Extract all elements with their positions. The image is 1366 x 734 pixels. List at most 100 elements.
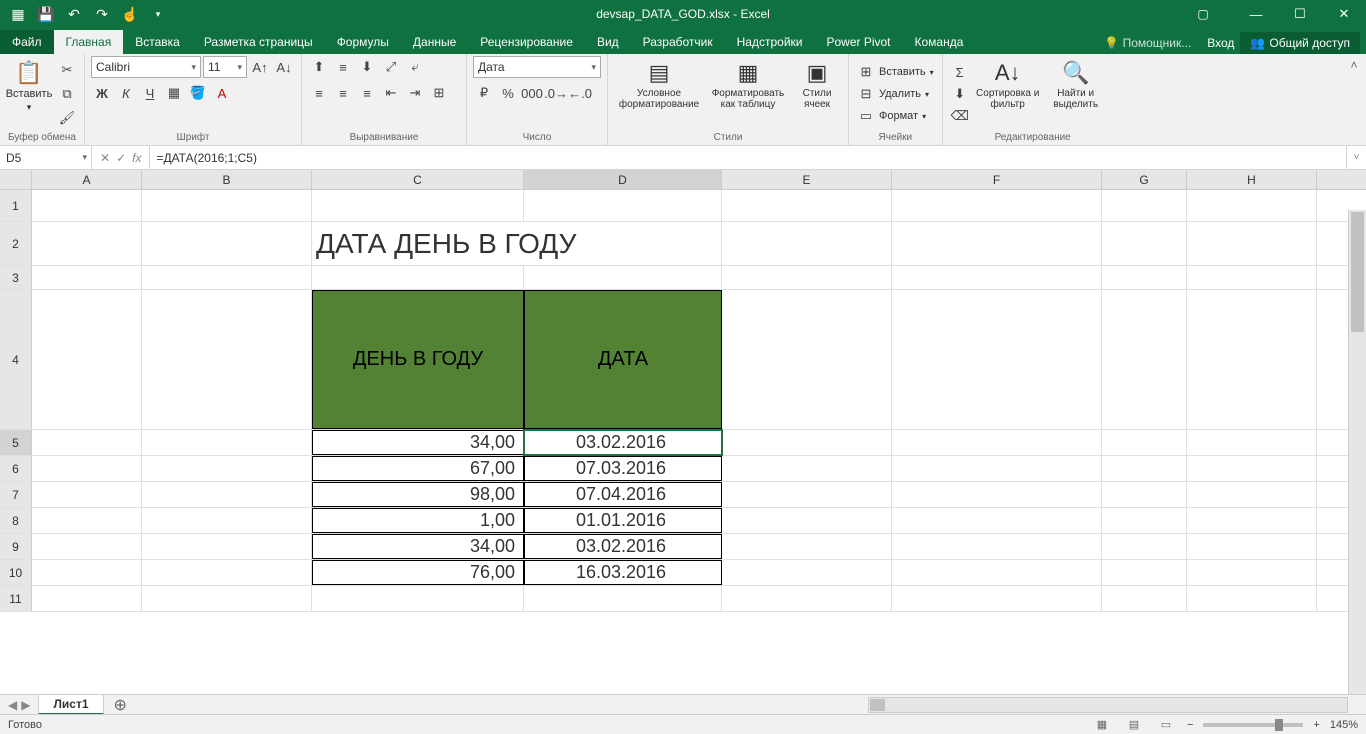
cell-C7[interactable]: 98,00 [312,482,524,507]
tab-data[interactable]: Данные [401,30,468,54]
row-10[interactable]: 10 [0,560,32,585]
col-D[interactable]: D [524,170,722,189]
bold-icon[interactable]: Ж [91,82,113,104]
tab-page-layout[interactable]: Разметка страницы [192,30,325,54]
format-cells-button[interactable]: ▭Формат▾ [855,105,936,127]
vscroll-thumb[interactable] [1351,212,1364,332]
number-format-combo[interactable]: Дата▾ [473,56,601,78]
wrap-text-icon[interactable]: ⤶ [404,56,426,78]
maximize-button[interactable]: ☐ [1278,0,1322,28]
insert-cells-button[interactable]: ⊞Вставить▾ [855,61,936,83]
autosum-icon[interactable]: Σ [949,61,971,83]
row-2[interactable]: 2 [0,222,32,265]
zoom-slider[interactable] [1203,723,1303,727]
merge-icon[interactable]: ⊞ [428,82,450,104]
cell-D9[interactable]: 03.02.2016 [524,534,722,559]
cell-styles-button[interactable]: ▣Стили ячеек [792,56,842,132]
col-E[interactable]: E [722,170,892,189]
col-F[interactable]: F [892,170,1102,189]
increase-font-icon[interactable]: A↑ [249,56,271,78]
share-button[interactable]: 👥 Общий доступ [1240,32,1360,54]
paste-button[interactable]: 📋 Вставить ▾ [6,56,52,132]
redo-icon[interactable]: ↷ [90,2,114,26]
decrease-indent-icon[interactable]: ⇤ [380,82,402,104]
underline-icon[interactable]: Ч [139,82,161,104]
format-as-table-button[interactable]: ▦Форматировать как таблицу [708,56,788,132]
zoom-out-icon[interactable]: − [1187,719,1193,731]
close-button[interactable]: ✕ [1322,0,1366,28]
tab-addins[interactable]: Надстройки [725,30,815,54]
col-A[interactable]: A [32,170,142,189]
fx-icon[interactable]: fx [132,151,141,165]
save-icon[interactable]: 💾 [34,2,58,26]
find-select-button[interactable]: 🔍Найти и выделить [1045,56,1107,132]
percent-icon[interactable]: % [497,82,519,104]
tab-view[interactable]: Вид [585,30,631,54]
col-G[interactable]: G [1102,170,1187,189]
zoom-thumb[interactable] [1275,719,1283,731]
formula-input[interactable]: =ДАТА(2016;1;C5) [150,146,1346,169]
cell-C5[interactable]: 34,00 [312,430,524,455]
row-1[interactable]: 1 [0,190,32,221]
undo-icon[interactable]: ↶ [62,2,86,26]
cell-C9[interactable]: 34,00 [312,534,524,559]
cell-D10[interactable]: 16.03.2016 [524,560,722,585]
row-4[interactable]: 4 [0,290,32,429]
cell-C10[interactable]: 76,00 [312,560,524,585]
decrease-decimal-icon[interactable]: ←.0 [569,82,591,104]
qat-customize-icon[interactable]: ▾ [146,2,170,26]
zoom-in-icon[interactable]: + [1313,719,1319,731]
normal-view-icon[interactable]: ▦ [1091,717,1113,733]
row-11[interactable]: 11 [0,586,32,611]
orientation-icon[interactable]: ⤢ [380,56,402,78]
cut-icon[interactable]: ✂ [56,59,78,81]
cell-D5[interactable]: 03.02.2016 [524,430,722,455]
sign-in[interactable]: Вход [1207,36,1234,50]
sheet-tab-1[interactable]: Лист1 [38,694,103,715]
name-box[interactable]: D5▾ [0,146,92,169]
col-H[interactable]: H [1187,170,1317,189]
cell-D7[interactable]: 07.04.2016 [524,482,722,507]
clear-icon[interactable]: ⌫ [949,105,971,127]
align-right-icon[interactable]: ≡ [356,82,378,104]
copy-icon[interactable]: ⧉ [56,83,78,105]
row-8[interactable]: 8 [0,508,32,533]
row-6[interactable]: 6 [0,456,32,481]
new-sheet-button[interactable]: ⊕ [104,695,137,715]
row-3[interactable]: 3 [0,266,32,289]
tab-review[interactable]: Рецензирование [468,30,585,54]
border-icon[interactable]: ▦ [163,82,185,104]
align-left-icon[interactable]: ≡ [308,82,330,104]
select-all-corner[interactable] [0,170,32,189]
cell-C8[interactable]: 1,00 [312,508,524,533]
minimize-button[interactable]: — [1234,0,1278,28]
tab-insert[interactable]: Вставка [123,30,192,54]
fill-icon[interactable]: ⬇ [949,83,971,105]
fill-color-icon[interactable]: 🪣 [187,82,209,104]
tab-formulas[interactable]: Формулы [325,30,401,54]
row-9[interactable]: 9 [0,534,32,559]
hscroll-thumb[interactable] [870,699,885,711]
cell-D6[interactable]: 07.03.2016 [524,456,722,481]
increase-indent-icon[interactable]: ⇥ [404,82,426,104]
sort-filter-button[interactable]: A↓Сортировка и фильтр [975,56,1041,132]
page-layout-view-icon[interactable]: ▤ [1123,717,1145,733]
tab-home[interactable]: Главная [54,30,124,54]
increase-decimal-icon[interactable]: .0→ [545,82,567,104]
font-color-icon[interactable]: A [211,82,233,104]
cell-C6[interactable]: 67,00 [312,456,524,481]
row-7[interactable]: 7 [0,482,32,507]
expand-formula-bar-icon[interactable]: ˅ [1346,146,1366,169]
decrease-font-icon[interactable]: A↓ [273,56,295,78]
cells-area[interactable]: 1 2 ДАТА ДЕНЬ В ГОДУ 3 4 ДЕНЬ В ГОДУ ДАТ… [0,190,1366,694]
horizontal-scrollbar[interactable] [868,697,1348,713]
cell-D8[interactable]: 01.01.2016 [524,508,722,533]
sheet-nav-prev-icon[interactable]: ◀ [8,698,17,712]
touch-mode-icon[interactable]: ☝ [118,2,142,26]
align-top-icon[interactable]: ⬆ [308,56,330,78]
currency-icon[interactable]: ₽ [473,82,495,104]
sheet-nav-next-icon[interactable]: ▶ [21,698,30,712]
italic-icon[interactable]: К [115,82,137,104]
align-middle-icon[interactable]: ≡ [332,56,354,78]
tab-team[interactable]: Команда [903,30,976,54]
